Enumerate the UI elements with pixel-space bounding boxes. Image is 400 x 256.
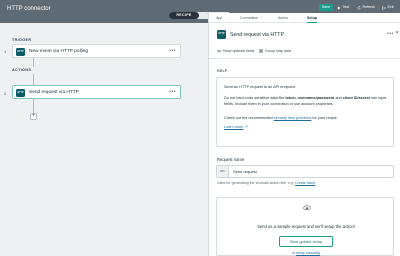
request-name-value: Send request	[233, 169, 257, 174]
step-title: Send request via HTTP	[29, 90, 79, 95]
refresh-icon	[357, 5, 361, 9]
eye-icon	[217, 49, 221, 53]
more-options-icon[interactable]: •••	[169, 48, 176, 54]
mode-recipe-button[interactable]: RECIPE	[169, 12, 199, 19]
tab-separator: ›	[261, 16, 263, 20]
help-label: HELP	[217, 69, 228, 73]
help-text: Send an HTTP request to an API endpoint.	[224, 85, 296, 89]
setup-message: Send us a sample request and we'll setup…	[257, 224, 355, 229]
request-name-label: Request name	[217, 157, 245, 162]
step-config-panel: App › Connection › Action › Setup HTTP S…	[208, 13, 400, 256]
action-step-card[interactable]: HTTP Send request via HTTP •••	[12, 85, 181, 99]
group-map-data-label: Group map data	[264, 49, 291, 53]
http-icon: HTTP	[217, 30, 226, 39]
panel-options: Show optional fields Group map data	[217, 49, 291, 53]
more-options-icon[interactable]: •••	[387, 31, 394, 37]
save-button[interactable]: Save	[319, 4, 333, 11]
group-map-data-button[interactable]: Group map data	[259, 49, 291, 53]
recipe-canvas: TRIGGER 1 HTTP New event via HTTP pollin…	[0, 23, 208, 256]
exit-icon	[382, 6, 386, 9]
create-ticket-example: Create ticket	[295, 181, 316, 185]
tab-separator: ›	[229, 16, 231, 20]
refresh-label: Refresh	[362, 5, 376, 9]
panel-title: Send request via HTTP	[230, 32, 284, 38]
refresh-button[interactable]: Refresh	[357, 4, 375, 11]
wizard-tabs: App › Connection › Action › Setup	[209, 13, 400, 23]
add-step-button[interactable]: +	[30, 113, 37, 120]
setup-manually-link[interactable]: setup manually	[296, 251, 320, 255]
step-number: 1	[4, 49, 7, 54]
show-optional-fields-label: Show optional fields	[222, 49, 255, 53]
grid-icon	[259, 49, 264, 53]
external-link-icon: ↗	[244, 125, 248, 129]
help-text: Do not hard-code sensitive data like tok…	[224, 96, 387, 106]
step-title: New event via HTTP polling	[29, 49, 89, 54]
app-title: HTTP connector	[7, 6, 51, 12]
exit-button[interactable]: Exit	[382, 4, 394, 11]
help-box: Send an HTTP request to an API endpoint.…	[216, 77, 394, 147]
tab-action[interactable]: Action	[278, 16, 288, 20]
cloud-upload-icon	[303, 204, 311, 211]
manual-setup-line: or setup manually	[291, 251, 321, 255]
start-guided-setup-button[interactable]: Start guided setup	[279, 236, 333, 247]
trigger-step-card[interactable]: HTTP New event via HTTP polling •••	[12, 44, 181, 58]
text-type-badge: ABC	[217, 166, 229, 177]
connector-line	[33, 58, 34, 67]
request-name-hint: Used for generating the Workato action t…	[217, 181, 316, 185]
divider	[209, 58, 400, 59]
connector-line	[33, 74, 34, 85]
exit-label: Exit	[387, 5, 394, 9]
security-best-practices-link[interactable]: security best practices	[274, 116, 312, 120]
connector-line	[33, 99, 34, 113]
show-optional-fields-button[interactable]: Show optional fields	[217, 49, 254, 53]
test-label: Test	[342, 5, 350, 9]
tab-app[interactable]: App	[216, 16, 222, 20]
more-options-icon[interactable]: •••	[169, 89, 176, 95]
tab-separator: ›	[293, 16, 295, 20]
play-icon	[337, 5, 341, 10]
test-button[interactable]: Test	[337, 4, 349, 11]
http-icon: HTTP	[16, 47, 25, 56]
http-icon: HTTP	[16, 88, 25, 97]
tab-connection[interactable]: Connection	[240, 16, 258, 20]
trigger-label: TRIGGER	[12, 38, 32, 42]
actions-label: ACTIONS	[12, 68, 32, 72]
request-name-input[interactable]: ABC Send request	[216, 165, 394, 178]
tab-setup[interactable]: Setup	[307, 16, 317, 23]
setup-card: Send us a sample request and we'll setup…	[216, 197, 394, 256]
help-text: Check out the recommended security best …	[224, 116, 338, 120]
learn-more-link[interactable]: Learn more ↗	[224, 125, 389, 131]
step-number: 2	[4, 91, 7, 96]
close-icon[interactable]: ✕	[395, 30, 399, 36]
